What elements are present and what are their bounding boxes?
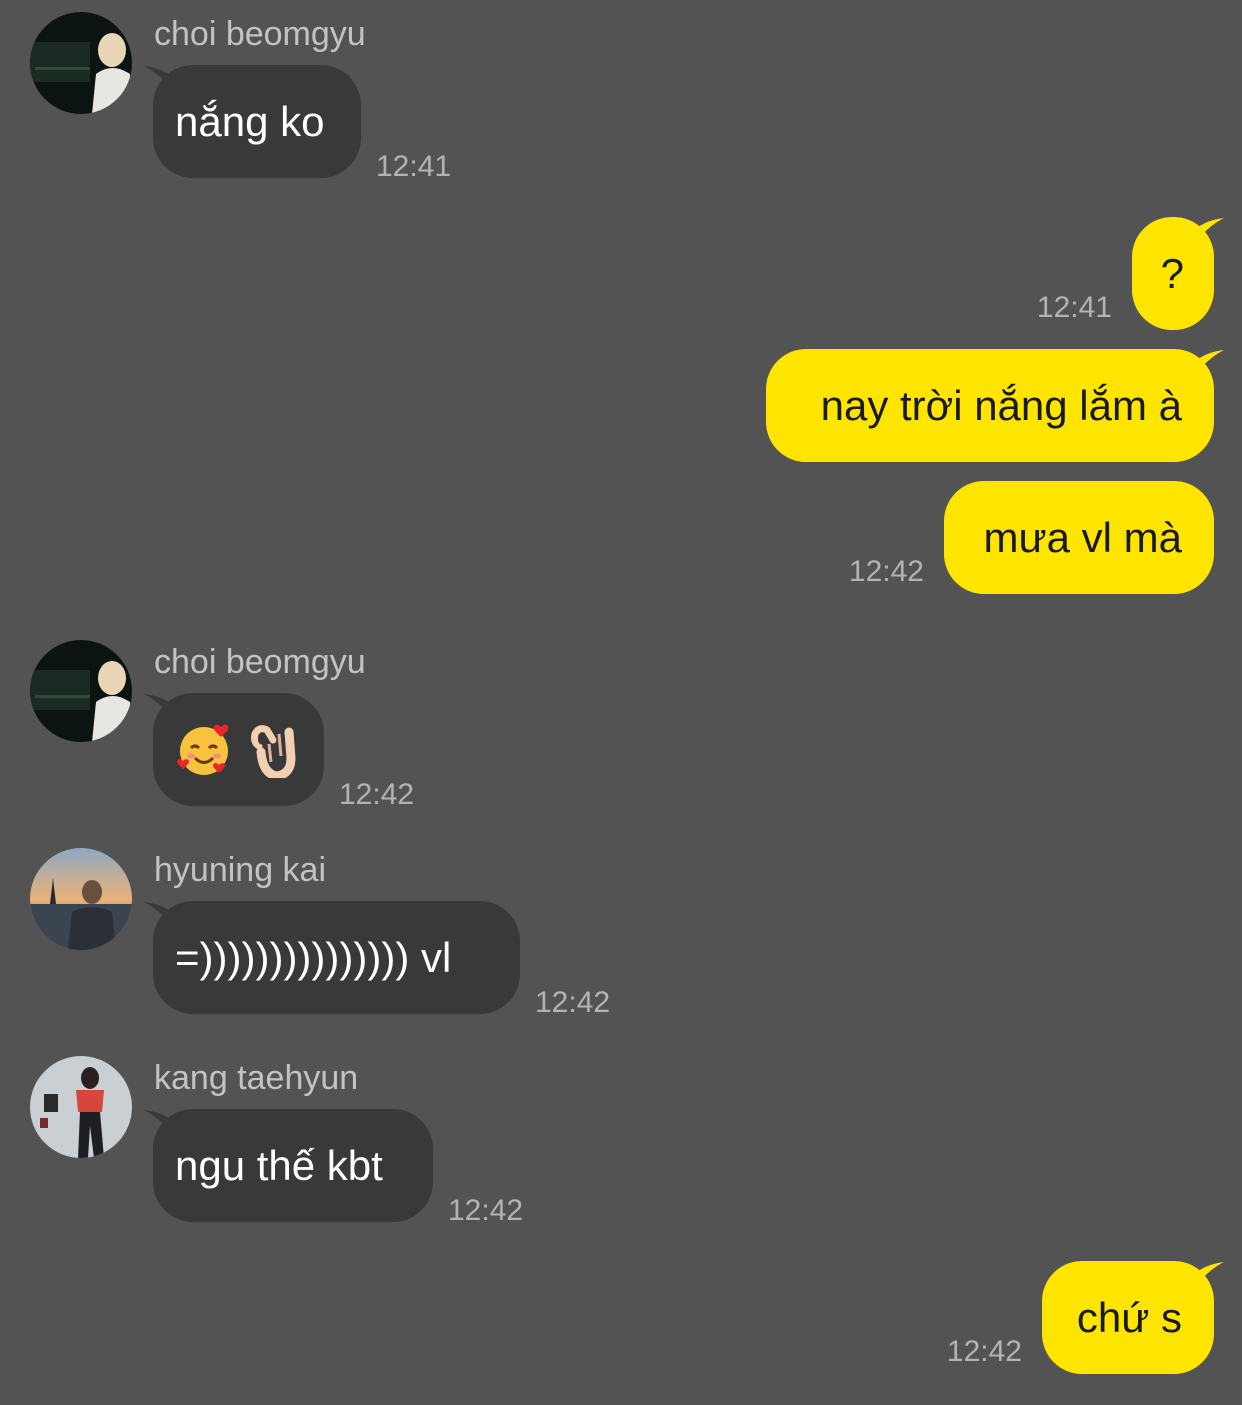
avatar-kang-taehyun[interactable] <box>30 1056 132 1158</box>
message-text: ? <box>1160 250 1184 297</box>
message-bubble-incoming[interactable]: nắng ko <box>153 65 361 178</box>
message-text: chứ s <box>1076 1294 1182 1341</box>
message-text: =))))))))))))))) vl <box>175 934 452 981</box>
smiling-face-with-hearts-icon <box>177 724 229 775</box>
message-bubble-outgoing[interactable]: mưa vl mà <box>944 481 1214 594</box>
message-bubble-incoming[interactable] <box>153 693 324 806</box>
message-time: 12:42 <box>448 1194 524 1227</box>
ok-hand-icon <box>251 724 296 778</box>
message-bubble-outgoing[interactable]: chứ s <box>1042 1261 1214 1374</box>
avatar-image <box>30 12 132 114</box>
message-time: 12:41 <box>1036 291 1112 324</box>
avatar-image <box>30 640 132 742</box>
avatar-choi-beomgyu[interactable] <box>30 640 132 742</box>
message-text: ngu thế kbt <box>175 1142 383 1189</box>
message-time: 12:42 <box>339 778 415 811</box>
message-text: nắng ko <box>175 98 325 145</box>
avatar-image <box>30 848 132 950</box>
sender-name: choi beomgyu <box>154 643 366 681</box>
message-text: mưa vl mà <box>983 514 1182 561</box>
message-bubble-outgoing[interactable]: ? <box>1132 217 1214 330</box>
avatar-image <box>30 1056 132 1158</box>
sender-name: kang taehyun <box>154 1059 359 1097</box>
avatar-hyuning-kai[interactable] <box>30 848 132 950</box>
sender-name: hyuning kai <box>154 851 327 889</box>
message-time: 12:42 <box>946 1335 1022 1368</box>
avatar-choi-beomgyu[interactable] <box>30 12 132 114</box>
message-time: 12:42 <box>848 555 924 588</box>
message-bubble-incoming[interactable]: =))))))))))))))) vl <box>153 901 520 1014</box>
message-bubble-incoming[interactable]: ngu thế kbt <box>153 1109 433 1222</box>
message-time: 12:42 <box>535 986 611 1019</box>
message-bubble-outgoing[interactable]: nay trời nắng lắm à <box>766 349 1214 462</box>
sender-name: choi beomgyu <box>154 15 366 53</box>
message-text: nay trời nắng lắm à <box>820 382 1182 429</box>
message-time: 12:41 <box>376 150 452 183</box>
